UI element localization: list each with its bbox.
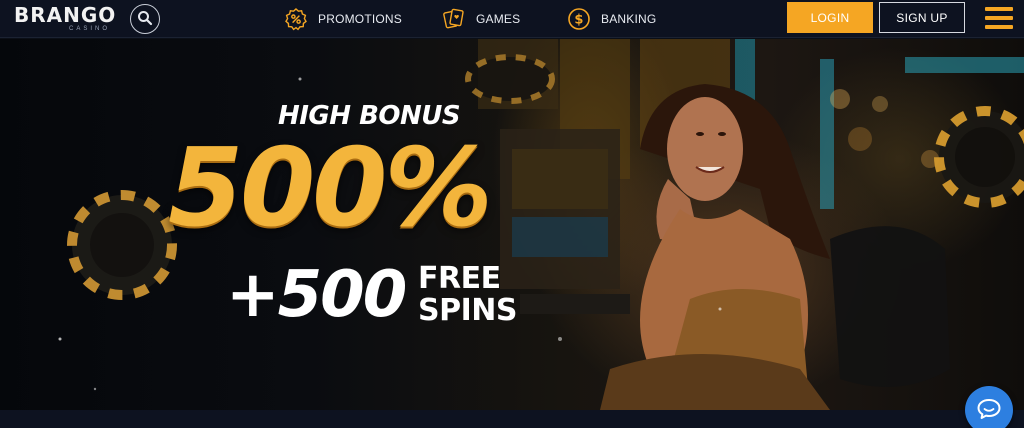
brand-name: BRANGO <box>14 3 117 27</box>
site-header: BRANGO CASINO PROMOTIONS GAMES $ BANKING… <box>0 0 1024 38</box>
search-icon <box>137 10 153 29</box>
search-button[interactable] <box>130 4 160 34</box>
live-chat-button[interactable] <box>965 386 1013 428</box>
hero-spins-line2: SPINS <box>418 293 517 328</box>
brand-logo[interactable]: BRANGO CASINO <box>14 3 117 34</box>
hamburger-menu-icon[interactable] <box>985 5 1013 31</box>
login-button[interactable]: LOGIN <box>787 2 873 33</box>
hero-spins-line1: FREE <box>418 261 501 296</box>
nav-item-games[interactable]: GAMES <box>442 4 520 34</box>
hero-spins-count: +500 <box>226 258 407 332</box>
casino-chip-left <box>67 190 177 300</box>
signup-button[interactable]: SIGN UP <box>879 2 965 33</box>
brand-tagline: CASINO <box>68 26 110 32</box>
chat-bubble-icon <box>976 397 1002 424</box>
playing-cards-icon <box>442 7 466 31</box>
nav-label-promotions: PROMOTIONS <box>318 12 403 26</box>
svg-text:$: $ <box>574 13 583 28</box>
hero-bonus-percent: 500% <box>168 126 493 251</box>
nav-item-banking[interactable]: $ BANKING <box>567 4 656 34</box>
casino-chip-right <box>934 106 1024 208</box>
hero-free-spins-label: FREE SPINS <box>418 263 538 327</box>
hero-bottom-strip <box>0 410 1024 428</box>
nav-label-banking: BANKING <box>601 12 657 26</box>
nav-label-games: GAMES <box>476 12 521 26</box>
hero-banner[interactable]: HIGH BONUS 500% +500 FREE SPINS <box>0 39 1024 410</box>
nav-item-promotions[interactable]: PROMOTIONS <box>284 4 402 34</box>
hero-woman-figure <box>600 84 830 410</box>
casino-chip-top <box>465 54 555 104</box>
dollar-coin-icon: $ <box>567 7 591 31</box>
percent-badge-icon <box>284 7 308 31</box>
